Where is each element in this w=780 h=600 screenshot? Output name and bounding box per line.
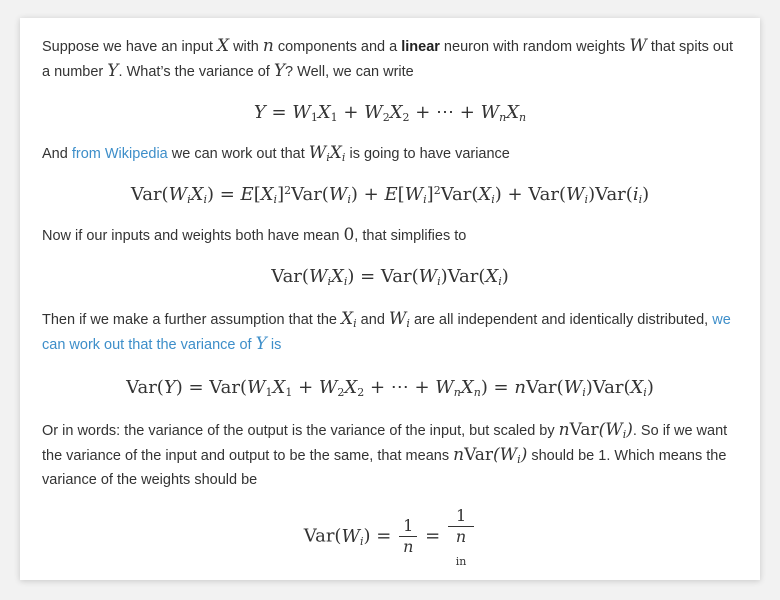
article-card: Suppose we have an input X with n compon… <box>20 18 760 580</box>
equation-linear-sum: Y = W1X1 + W2X2 + ⋯ + WnXn <box>253 102 527 124</box>
equation-product-variance: Var(WiXi) = E[Xi]2Var(Wi) + E[Wi]2Var(Xi… <box>130 184 650 206</box>
paragraph-in-words: Or in words: the variance of the output … <box>42 420 728 488</box>
bold-linear: linear <box>401 39 440 55</box>
equation-simplified: Var(WiXi) = Var(Wi)Var(Xi) <box>271 266 509 288</box>
paragraph-intro: Suppose we have an input X with n compon… <box>42 36 734 81</box>
paragraph-wikipedia: And from Wikipedia we can work out that … <box>42 143 510 164</box>
equation-output-variance: Var(Y) = Var(W1X1 + W2X2 + ⋯ + WnXn) = n… <box>126 377 654 399</box>
paragraph-mean-zero: Now if our inputs and weights both have … <box>42 225 467 245</box>
equation-weight-variance: Var(Wi) = 1n = 1 n in <box>42 506 738 567</box>
fraction-one-over-n-in: 1 n in <box>447 506 475 567</box>
fraction-one-over-n: 1n <box>399 516 418 557</box>
paragraph-iid: Then if we make a further assumption tha… <box>42 309 731 354</box>
wikipedia-link[interactable]: from Wikipedia <box>72 146 168 162</box>
